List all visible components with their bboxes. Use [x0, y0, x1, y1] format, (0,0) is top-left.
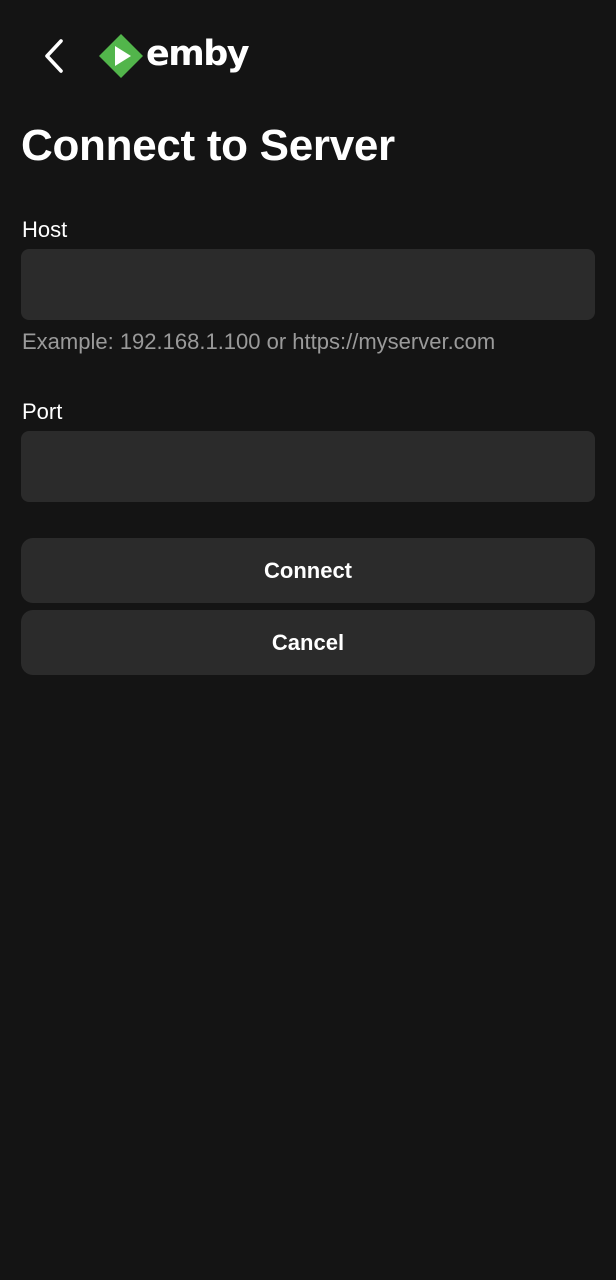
port-input[interactable] [21, 431, 595, 502]
app-header: emby [0, 0, 616, 110]
logo-text: emby [146, 33, 250, 74]
host-hint: Example: 192.168.1.100 or https://myserv… [22, 329, 496, 354]
host-input[interactable] [21, 249, 595, 320]
page-title: Connect to Server [21, 121, 395, 170]
host-label: Host [22, 217, 68, 242]
port-label: Port [22, 399, 63, 424]
connect-button[interactable]: Connect [21, 538, 595, 603]
emby-logo: emby [98, 32, 250, 80]
cancel-button[interactable]: Cancel [21, 610, 595, 675]
emby-play-diamond-icon [99, 34, 143, 78]
back-button[interactable] [34, 34, 74, 78]
chevron-left-icon [45, 39, 63, 73]
